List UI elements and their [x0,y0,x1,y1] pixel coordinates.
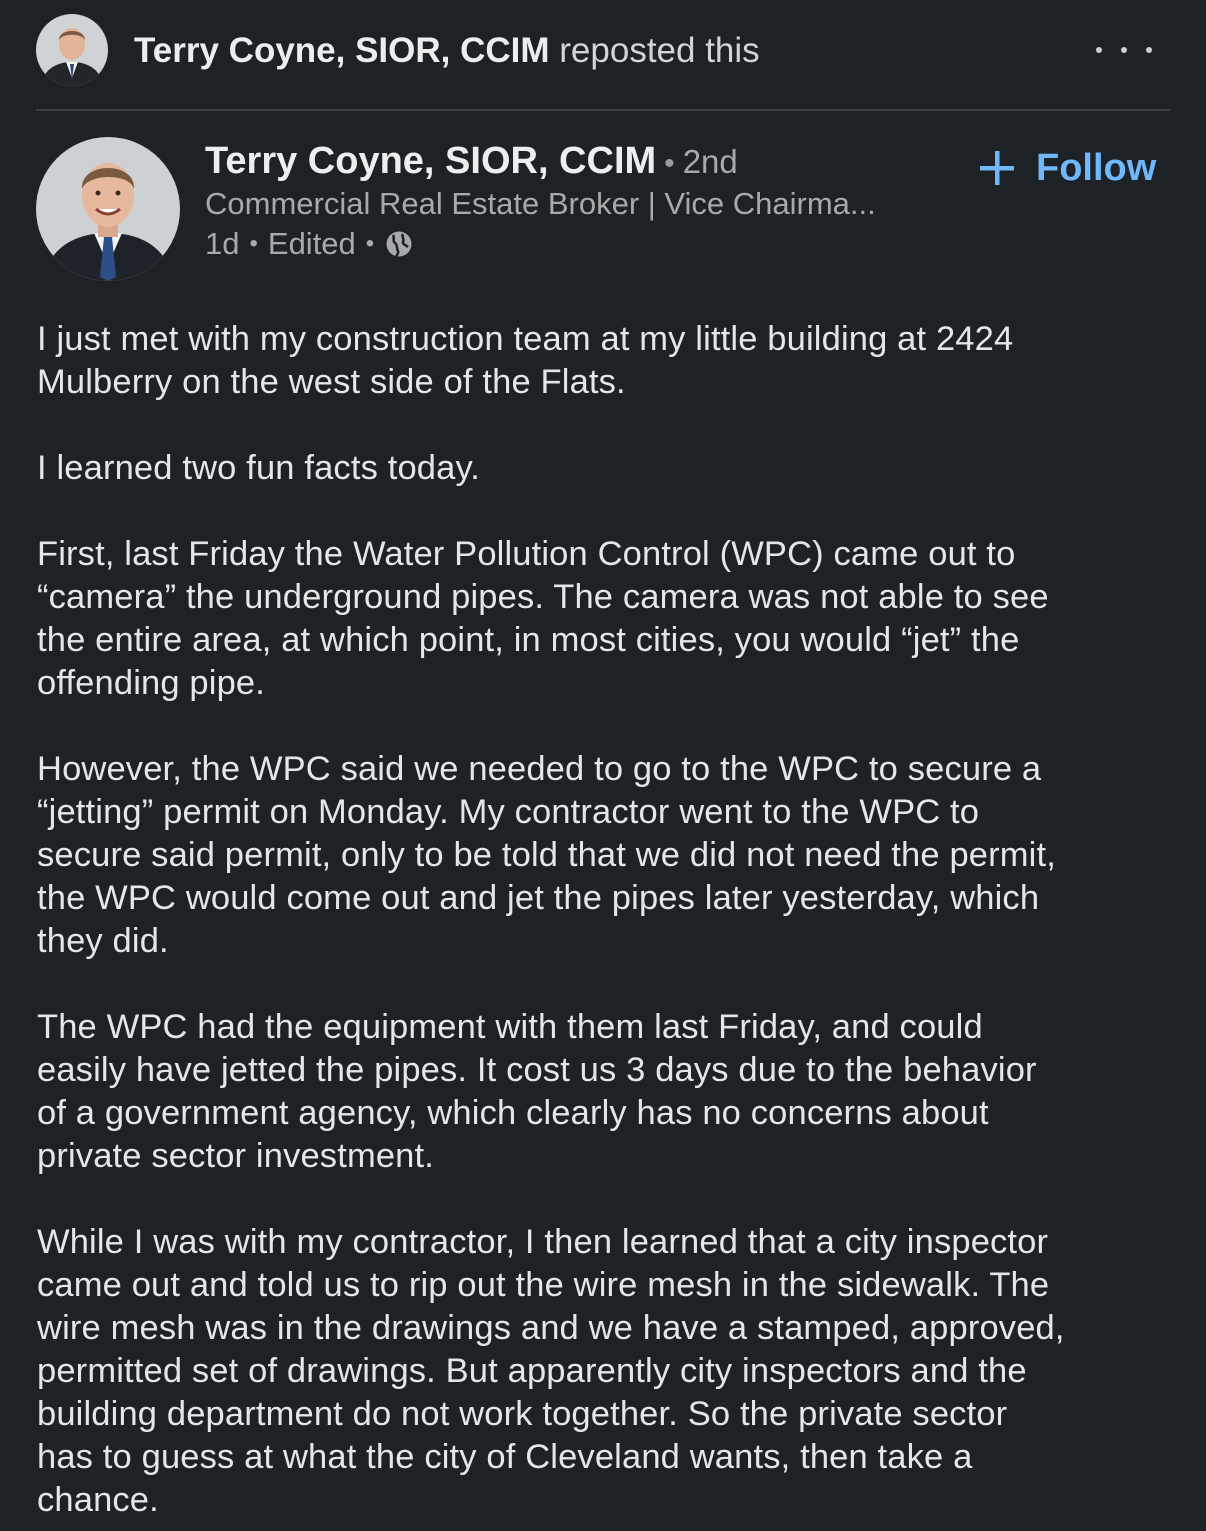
post-paragraph: The WPC had the equipment with them last… [37,1008,1037,1175]
separator-dot: • [365,230,375,257]
post-paragraph: I learned two fun facts today. [37,449,481,487]
more-horizontal-icon [1096,47,1102,53]
separator-dot: • [664,147,675,180]
post-paragraph: I just met with my construction team at … [37,320,1014,401]
post-time: 1d [205,226,240,261]
more-dot [1121,47,1127,53]
reposter-name[interactable]: Terry Coyne, SIOR, CCIM [134,31,550,70]
plus-icon [978,149,1016,187]
post-paragraph: While I was with my contractor, I then l… [37,1223,1065,1519]
author-headline: Commercial Real Estate Broker | Vice Cha… [205,186,876,221]
post-body: I just met with my construction team at … [37,318,1177,1522]
author-avatar[interactable] [36,137,180,281]
follow-button[interactable]: Follow [978,142,1156,194]
follow-label: Follow [1036,146,1157,189]
post-meta: 1d • Edited • [205,224,414,264]
author-name[interactable]: Terry Coyne, SIOR, CCIM [205,140,656,182]
reposter-avatar[interactable] [36,14,108,86]
repost-text: Terry Coyne, SIOR, CCIM reposted this [134,30,760,72]
repost-header: Terry Coyne, SIOR, CCIM reposted this [0,0,1206,110]
more-dot [1146,47,1152,53]
edited-label: Edited [267,226,356,261]
separator-dot: • [249,230,258,257]
header-divider [36,109,1170,111]
repost-action-text: reposted this [549,31,760,70]
connection-degree: 2nd [682,143,738,180]
post-paragraph: However, the WPC said we needed to go to… [37,750,1056,960]
more-options-button[interactable] [1092,28,1156,72]
globe-icon [384,229,414,259]
author-name-line: Terry Coyne, SIOR, CCIM • 2nd [205,138,738,187]
post-paragraph: First, last Friday the Water Pollution C… [37,535,1049,702]
